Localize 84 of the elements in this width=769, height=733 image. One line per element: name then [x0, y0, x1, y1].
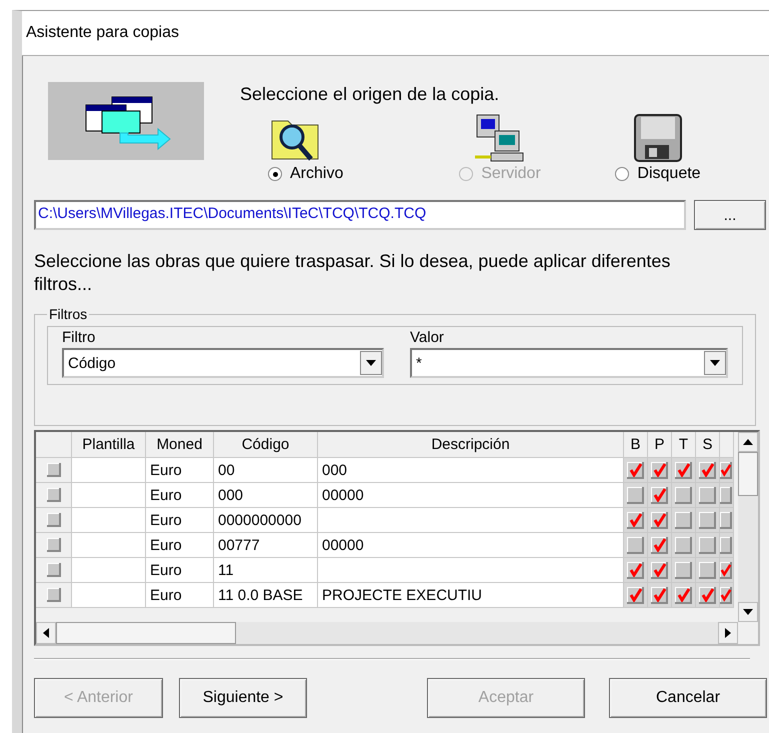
column-header[interactable]: P — [648, 432, 672, 458]
filter-dropdown[interactable]: Código — [62, 348, 384, 378]
checkbox[interactable] — [720, 562, 732, 578]
checkbox[interactable] — [699, 562, 716, 578]
checkbox[interactable] — [699, 512, 716, 528]
row-selector[interactable] — [46, 463, 60, 477]
scrollbar-thumb[interactable] — [738, 452, 758, 496]
checkbox[interactable] — [627, 562, 644, 578]
value-dropdown[interactable]: * — [410, 348, 728, 378]
column-header[interactable]: B — [624, 432, 648, 458]
wizard-button[interactable]: Cancelar — [609, 678, 767, 718]
radio-option[interactable]: Disquete — [615, 165, 701, 183]
browse-button[interactable]: ... — [694, 200, 766, 230]
checkbox[interactable] — [675, 512, 692, 528]
checkbox[interactable] — [651, 536, 668, 554]
vertical-scrollbar[interactable] — [738, 432, 758, 622]
checkbox[interactable] — [651, 462, 668, 478]
scroll-left-icon[interactable] — [43, 628, 49, 638]
table-cell: 000 — [214, 483, 318, 508]
column-header[interactable]: Código — [214, 432, 318, 458]
table-cell: 11 0.0 BASE — [214, 583, 318, 608]
scroll-up-icon[interactable] — [743, 439, 753, 445]
checkbox[interactable] — [651, 562, 668, 578]
checkbox[interactable] — [720, 512, 732, 528]
checkbox[interactable] — [699, 486, 716, 504]
table-cell: 000 — [318, 458, 624, 483]
column-header[interactable]: T — [672, 432, 696, 458]
table-cell: Euro — [146, 583, 214, 608]
checkbox[interactable] — [675, 536, 692, 554]
checkbox[interactable] — [699, 536, 716, 554]
checkbox[interactable] — [720, 586, 732, 604]
checkbox[interactable] — [720, 486, 732, 504]
table-cell: Euro — [146, 558, 214, 583]
table-cell: Euro — [146, 533, 214, 558]
row-selector[interactable] — [46, 488, 60, 502]
dropdown-arrow-icon — [710, 360, 720, 366]
column-header[interactable]: S — [696, 432, 720, 458]
table-cell: Euro — [146, 483, 214, 508]
filter-label: Filtro — [62, 329, 96, 346]
column-header[interactable]: Plantilla — [72, 432, 146, 458]
checkbox[interactable] — [675, 486, 692, 504]
checkbox[interactable] — [627, 486, 644, 504]
checkbox[interactable] — [627, 536, 644, 554]
checkbox[interactable] — [675, 462, 692, 478]
column-header[interactable]: Descripción — [318, 432, 624, 458]
checkbox[interactable] — [627, 586, 644, 604]
table-cell: Euro — [146, 458, 214, 483]
dropdown-arrow-icon — [366, 360, 376, 366]
table-cell: 00000 — [318, 483, 624, 508]
radio-option[interactable]: Archivo — [268, 165, 344, 183]
checkbox[interactable] — [627, 462, 644, 478]
checkbox[interactable] — [651, 486, 668, 504]
checkbox[interactable] — [699, 462, 716, 478]
table-cell: PROJECTE EXECUTIU — [318, 583, 624, 608]
table-cell: 00000 — [318, 533, 624, 558]
wizard-button[interactable]: Siguiente > — [179, 678, 307, 718]
file-path-field[interactable]: C:\Users\MVillegas.ITEC\Documents\ITeC\TCQ\TCQ.TCQ — [34, 200, 686, 230]
row-selector[interactable] — [46, 588, 60, 602]
scroll-down-icon[interactable] — [743, 609, 753, 615]
table-cell: 11 — [214, 558, 318, 583]
row-selector[interactable] — [46, 563, 60, 577]
horizontal-scrollbar[interactable] — [36, 622, 738, 644]
checkbox[interactable] — [699, 586, 716, 604]
value-label: Valor — [410, 329, 445, 346]
checkbox[interactable] — [675, 562, 692, 578]
checkbox[interactable] — [627, 512, 644, 528]
table-cell: 00 — [214, 458, 318, 483]
checkbox[interactable] — [720, 462, 732, 478]
column-header[interactable]: Moned — [146, 432, 214, 458]
filters-legend: Filtros — [47, 306, 90, 322]
checkbox[interactable] — [675, 586, 692, 604]
table-cell: 0000000000 — [214, 508, 318, 533]
window-title: Asistente para copias — [26, 24, 179, 42]
instruction-text: Seleccione las obras que quiere traspasar. Si lo desea, puede aplicar diferentes filtros... — [34, 250, 672, 296]
checkbox[interactable] — [651, 586, 668, 604]
table-cell: Euro — [146, 508, 214, 533]
checkbox[interactable] — [651, 512, 668, 528]
table-cell: 00777 — [214, 533, 318, 558]
prompt-text: Seleccione el origen de la copia. — [240, 84, 500, 105]
checkbox[interactable] — [720, 536, 732, 554]
scrollbar-thumb[interactable] — [56, 622, 236, 644]
row-selector[interactable] — [46, 513, 60, 527]
row-selector[interactable] — [46, 538, 60, 552]
scroll-right-icon[interactable] — [725, 628, 731, 638]
